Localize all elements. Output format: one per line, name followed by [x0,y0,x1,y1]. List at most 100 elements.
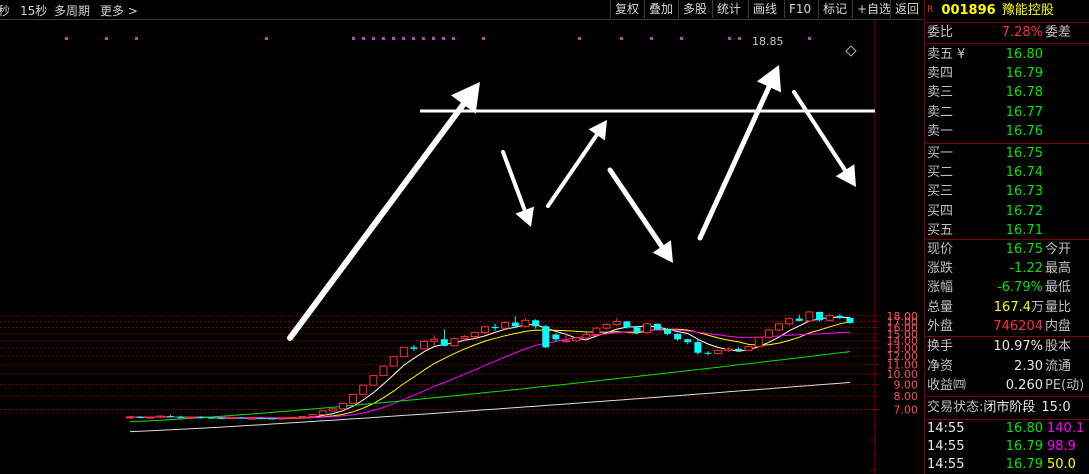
candle-body [298,416,307,419]
weicha-label: 委差 [1045,25,1072,40]
drawn-arrow[interactable] [697,65,782,241]
bid-row: 买一 16.75 [927,145,1089,162]
drawn-arrow[interactable] [792,90,856,187]
stat-label: 现价 [927,242,954,257]
arrow-shaft [501,150,527,213]
candle [349,393,358,404]
drawn-arrow[interactable] [546,120,607,208]
overlay-button[interactable]: 叠加 [644,0,677,18]
period-second[interactable]: 秒 [0,2,10,19]
candle [247,417,256,420]
candle-body [754,336,763,348]
candle-body [338,402,347,410]
stat-label-right: 最高 [1045,261,1072,277]
ask-price: 16.76 [1005,123,1043,139]
candle-body [663,329,671,334]
stat-label-right: PE(动) [1045,378,1085,393]
f10-button[interactable]: F10 [784,0,815,18]
diamond-icon[interactable] [845,45,857,57]
candle-body [612,320,621,325]
drawn-arrow[interactable] [501,150,534,227]
tick-volume: 50.0 [1047,457,1076,472]
bid-row: 买四 16.72 [927,203,1089,220]
divider [925,22,1089,23]
stat-row: 涨跌 -1.22 最高 [927,260,1089,277]
candle [714,349,723,355]
candle-body [126,416,134,419]
status-time: 15:0 [1041,400,1071,415]
tick-label: 8.00 [894,390,919,403]
mark-button[interactable]: 标记 [818,0,851,18]
event-dot [135,37,138,40]
candle-body [308,414,317,418]
stat-value: 746204 [993,318,1043,334]
divider [925,43,1089,44]
candle-body [674,333,682,340]
kline-chart[interactable]: 18.00 17.00 16.00 15.00 14.00 13.00 12.0… [0,20,923,474]
candle-body [460,336,469,340]
margin-badge: R [927,5,934,15]
candle-body [177,416,185,419]
event-dot [452,37,455,40]
event-dot [372,37,375,40]
stat-row: 现价 16.75 今开 [927,241,1089,258]
candle-body [714,349,723,355]
candle-body [684,339,692,343]
more-label: 更多 [100,4,125,18]
period-15s[interactable]: 15秒 [20,2,47,19]
candle [197,416,205,419]
candle [156,415,165,419]
multi-stock-button[interactable]: 多股 [678,0,711,18]
stock-code: 001896 [941,3,996,18]
candle-body [247,417,256,420]
candle [126,416,134,420]
bid-level-label: 买五 [927,222,954,238]
status-label: 交易状态: [927,400,984,415]
weibi-label: 委比 [927,25,954,40]
candle-body [816,311,824,321]
event-dot [65,37,68,40]
candle-body [825,315,834,321]
stat-label-right: 股本 [1045,339,1072,354]
bid-price: 16.71 [1005,222,1043,238]
candle [288,416,297,419]
candle-body [592,327,601,336]
bid-level-label: 买二 [927,165,954,181]
candle [298,415,307,419]
stat-value: 2.30 [1014,358,1043,374]
more-periods-button[interactable]: 更多 > [100,2,138,19]
candle [278,417,287,420]
candle-body [785,318,794,325]
drawn-arrow[interactable] [607,167,673,263]
period-multi[interactable]: 多周期 [54,2,90,19]
price-axis: 18.00 17.00 16.00 15.00 14.00 13.00 12.0… [887,310,919,417]
candle [177,415,185,419]
stat-value: 10.97% [993,339,1043,354]
candle [836,314,844,320]
drawn-arrow[interactable] [287,82,480,341]
tick-time: 14:55 [927,421,965,436]
add-favorite-button[interactable]: +自选 [852,0,895,18]
tick-row: 14:55 16.79 98.9 [927,438,1089,455]
event-dot [482,37,485,40]
event-dot [808,37,811,40]
bid-level-label: 买一 [927,146,954,161]
draw-line-button[interactable]: 画线 [748,0,781,18]
statistics-button[interactable]: 统计 [712,0,745,18]
stat-label: 涨跌 [927,261,954,277]
stat-label: 涨幅 [927,280,954,296]
event-dot [382,37,385,40]
adjust-rights-button[interactable]: 复权 [610,0,643,18]
candle [805,311,814,322]
candle-body [318,410,327,416]
candle [359,384,368,396]
event-dot [402,37,405,40]
bid-level-label: 买三 [927,184,954,200]
candle [744,345,753,352]
candle [694,339,702,355]
back-button[interactable]: 返回 [890,0,923,18]
divider [925,239,1089,240]
candle [227,417,236,420]
stat-row: 换手 10.97% 股本 [927,338,1089,355]
quote-panel: R 001896 豫能控股 委比 7.28% 委差 卖五 16.80 ¥ 卖四 16.7… [924,0,1089,474]
